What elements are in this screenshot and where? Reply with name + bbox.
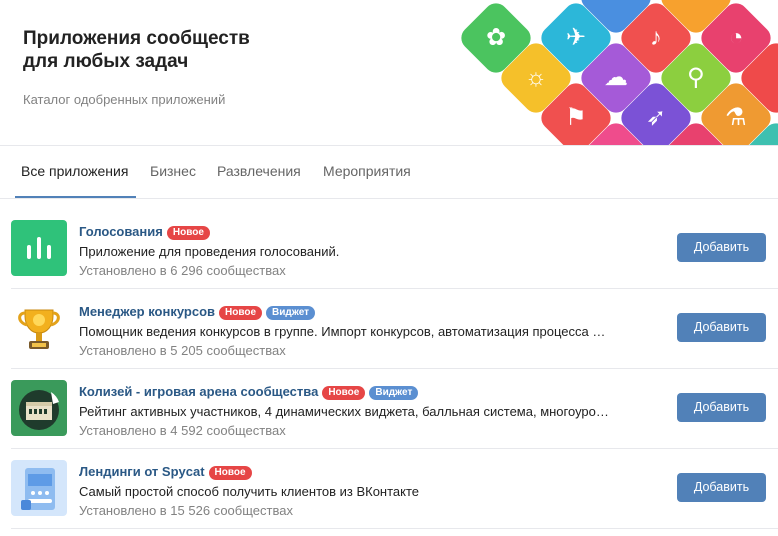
app-description: Самый простой способ получить клиентов и… bbox=[79, 484, 420, 499]
app-row-spycat-landings: Лендинги от Spycat Новое Самый простой сп… bbox=[11, 448, 778, 529]
decorative-app-tiles: ✿ ✈ ♪ ◔ ☼ ☁ ⚲ ⚑ ➶ ⚗ bbox=[420, 0, 778, 145]
landing-page-icon[interactable] bbox=[11, 460, 67, 516]
page-title: Приложения сообществ для любых задач bbox=[23, 28, 250, 72]
app-row-polls: Голосования Новое Приложение для проведен… bbox=[11, 208, 778, 289]
app-row-contest-manager: Менеджер конкурсов Новое Виджет Помощник в… bbox=[11, 288, 778, 369]
app-description: Рейтинг активных участников, 4 динамичес… bbox=[79, 404, 609, 419]
trophy-icon[interactable] bbox=[11, 300, 67, 356]
install-count: Установлено в 6 296 сообществах bbox=[79, 263, 286, 278]
flower-icon: ✿ bbox=[485, 23, 507, 51]
add-app-button[interactable]: Добавить bbox=[677, 393, 766, 422]
install-count: Установлено в 15 526 сообществах bbox=[79, 503, 293, 518]
widget-badge: Виджет bbox=[369, 386, 419, 400]
widget-badge: Виджет bbox=[266, 306, 316, 320]
flask-icon: ⚗ bbox=[725, 103, 747, 131]
app-description: Помощник ведения конкурсов в группе. Имп… bbox=[79, 324, 606, 339]
new-badge: Новое bbox=[166, 226, 210, 240]
bar-chart-icon[interactable] bbox=[11, 220, 67, 276]
flag-icon: ⚑ bbox=[565, 103, 587, 131]
app-title[interactable]: Менеджер конкурсов Новое Виджет bbox=[79, 304, 316, 320]
app-title[interactable]: Лендинги от Spycat Новое bbox=[79, 464, 252, 480]
plane-icon: ✈ bbox=[565, 23, 587, 51]
tab-business[interactable]: Бизнес bbox=[150, 163, 196, 179]
cloud-icon: ☁ bbox=[604, 64, 628, 91]
bell-icon: ♪ bbox=[650, 24, 662, 51]
app-row-colosseum: Колизей - игровая арена сообщества Новое В… bbox=[11, 368, 778, 449]
colosseum-icon[interactable] bbox=[11, 380, 67, 436]
category-tabs: Все приложения Бизнес Развлечения Меропр… bbox=[0, 146, 778, 199]
add-app-button[interactable]: Добавить bbox=[677, 313, 766, 342]
install-count: Установлено в 4 592 сообществах bbox=[79, 423, 286, 438]
add-app-button[interactable]: Добавить bbox=[677, 473, 766, 502]
map-pin-icon: ⚲ bbox=[687, 63, 705, 91]
tab-all-apps[interactable]: Все приложения bbox=[21, 163, 128, 179]
catalog-header: Приложения сообществ для любых задач Кат… bbox=[0, 0, 778, 146]
install-count: Установлено в 5 205 сообществах bbox=[79, 343, 286, 358]
new-badge: Новое bbox=[219, 306, 263, 320]
rocket-icon: ➶ bbox=[645, 103, 667, 131]
pie-icon: ◔ bbox=[728, 24, 744, 51]
tab-events[interactable]: Мероприятия bbox=[323, 163, 411, 179]
sun-icon: ☼ bbox=[525, 64, 547, 91]
app-description: Приложение для проведения голосований. bbox=[79, 244, 340, 259]
new-badge: Новое bbox=[322, 386, 366, 400]
page-subtitle: Каталог одобренных приложений bbox=[23, 92, 226, 107]
add-app-button[interactable]: Добавить bbox=[677, 233, 766, 262]
active-tab-indicator bbox=[15, 196, 136, 198]
new-badge: Новое bbox=[208, 466, 252, 480]
app-title[interactable]: Колизей - игровая арена сообщества Новое В… bbox=[79, 384, 419, 400]
app-title[interactable]: Голосования Новое bbox=[79, 224, 210, 240]
tab-entertainment[interactable]: Развлечения bbox=[217, 163, 301, 179]
